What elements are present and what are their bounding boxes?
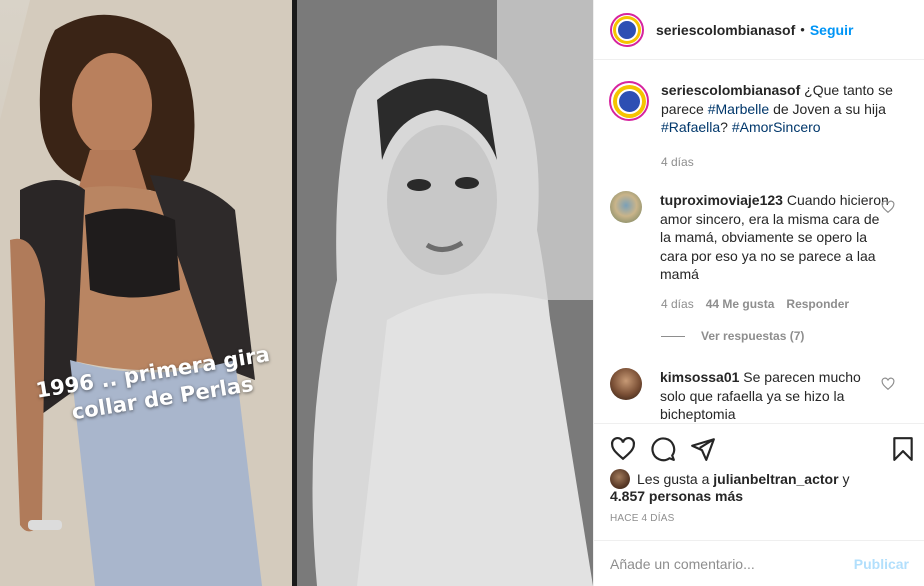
post-header: seriescolombianasof • Seguir [594, 0, 924, 60]
caption-avatar[interactable] [609, 81, 649, 121]
comment-like-heart-icon[interactable] [881, 377, 895, 391]
caption-username[interactable]: seriescolombianasof [661, 82, 800, 98]
view-replies-button[interactable]: Ver respuestas (7) [661, 329, 804, 343]
hashtag-amorsincero[interactable]: #AmorSincero [732, 119, 821, 135]
comment-meta: 4 días 44 Me gusta Responder [661, 297, 849, 311]
photo-left-1996: 1996 .. primera gira collar de Perlas [0, 0, 292, 586]
like-heart-icon[interactable] [610, 436, 636, 462]
post-time-ago[interactable]: HACE 4 DÍAS [610, 513, 674, 524]
header-separator: • [800, 22, 805, 37]
reply-button[interactable]: Responder [786, 297, 849, 311]
comment-username[interactable]: tuproximoviaje123 [660, 192, 783, 208]
caption-text-3: ? [720, 119, 728, 135]
comment-likes-count[interactable]: 44 Me gusta [706, 297, 775, 311]
comment-time[interactable]: 4 días [661, 297, 694, 311]
post-sidebar: seriescolombianasof • Seguir seriescolom… [593, 0, 924, 586]
share-send-icon[interactable] [690, 436, 716, 462]
comment-item: tuproximoviaje123 Cuando hicieron amor s… [610, 191, 910, 284]
photo-right-bw [297, 0, 593, 586]
comment-body: kimsossa01 Se parecen mucho solo que raf… [660, 368, 890, 423]
profile-avatar[interactable] [610, 12, 644, 47]
replies-line [661, 335, 685, 337]
likes-others-link[interactable]: 4.857 personas más [610, 488, 743, 504]
caption-time[interactable]: 4 días [661, 155, 694, 169]
comment-avatar[interactable] [610, 368, 642, 400]
caption-text-2: de Joven a su hija [773, 100, 886, 117]
comment-username[interactable]: kimsossa01 [660, 369, 739, 385]
comment-input[interactable] [610, 555, 854, 572]
comments-section[interactable]: seriescolombianasof ¿Que tanto se parece… [594, 61, 924, 423]
comment-avatar[interactable] [610, 191, 642, 223]
woman-1996-illustration [0, 0, 292, 586]
comment-like-heart-icon[interactable] [881, 200, 895, 214]
comment-item: kimsossa01 Se parecen mucho solo que raf… [610, 368, 910, 423]
woman-bw-illustration [297, 0, 593, 586]
likes-suffix: y [842, 471, 850, 487]
header-username[interactable]: seriescolombianasof [656, 22, 795, 38]
liker-avatar[interactable] [610, 469, 630, 489]
liker-username[interactable]: julianbeltran_actor [713, 471, 838, 487]
follow-button[interactable]: Seguir [810, 22, 854, 38]
post-media[interactable]: 1996 .. primera gira collar de Perlas [0, 0, 593, 586]
hashtag-rafaella[interactable]: #Rafaella [661, 119, 720, 135]
comment-body: tuproximoviaje123 Cuando hicieron amor s… [660, 191, 890, 284]
likes-summary: Les gusta a julianbeltran_actor y [610, 469, 849, 489]
save-bookmark-icon[interactable] [890, 436, 916, 462]
view-replies-label: Ver respuestas (7) [701, 329, 805, 343]
hashtag-marbelle[interactable]: #Marbelle [708, 101, 769, 117]
comment-bubble-icon[interactable] [650, 436, 676, 462]
caption-meta: 4 días [661, 155, 694, 169]
post-caption: seriescolombianasof ¿Que tanto se parece… [609, 81, 910, 137]
comment-composer: Publicar [594, 540, 924, 586]
action-bar [594, 423, 924, 473]
publish-button[interactable]: Publicar [854, 556, 909, 572]
likes-prefix: Les gusta a [637, 471, 710, 487]
caption-body: seriescolombianasof ¿Que tanto se parece… [661, 81, 896, 137]
